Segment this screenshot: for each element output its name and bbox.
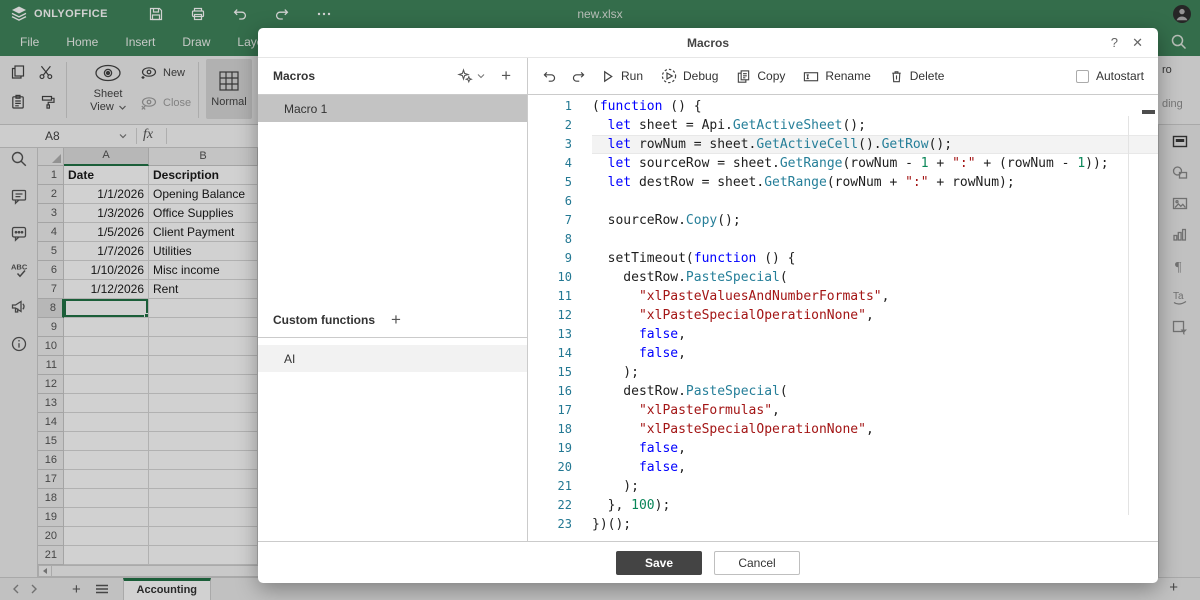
app-window: ONLYOFFICE new.xlsx [0,0,1200,600]
rename-icon [803,69,819,84]
code-line-14: 14 false, [528,344,1158,363]
code-line-2: 2 let sheet = Api.GetActiveSheet(); [528,116,1158,135]
code-line-19: 19 false, [528,439,1158,458]
debug-button[interactable]: Debug [661,68,718,84]
autostart-checkbox[interactable]: Autostart [1076,69,1144,83]
dialog-title: Macros [687,36,729,50]
code-line-10: 10 destRow.PasteSpecial( [528,268,1158,287]
macros-panel-title: Macros [273,69,315,83]
custom-function-list-item[interactable]: AI [258,345,527,372]
code-line-6: 6 [528,192,1158,211]
code-line-12: 12 "xlPasteSpecialOperationNone", [528,306,1158,325]
code-line-23: 23})(); [528,515,1158,534]
code-line-4: 4 let sourceRow = sheet.GetRange(rowNum … [528,154,1158,173]
rename-button[interactable]: Rename [803,69,870,84]
delete-icon [889,69,904,84]
macros-panel-header: Macros + [258,58,527,95]
code-line-22: 22 }, 100); [528,496,1158,515]
add-macro-button[interactable]: + [501,66,511,86]
autostart-label: Autostart [1096,69,1144,83]
code-line-1: 1(function () { [528,97,1158,116]
custom-functions-header: Custom functions + [258,302,527,338]
overview-ruler-cursor-mark [1142,110,1155,114]
macro-list: Macro 1 [258,95,527,302]
dialog-help-button[interactable]: ? [1111,35,1118,50]
save-button[interactable]: Save [616,551,702,575]
checkbox-box[interactable] [1076,70,1089,83]
redo-button[interactable] [571,69,586,84]
macros-list-panel: Macros + Macro 1 Custom functions + AI [258,58,528,541]
redo-icon [571,69,586,84]
code-line-18: 18 "xlPasteSpecialOperationNone", [528,420,1158,439]
code-line-15: 15 ); [528,363,1158,382]
code-line-5: 5 let destRow = sheet.GetRange(rowNum + … [528,173,1158,192]
macro-list-item[interactable]: Macro 1 [258,95,527,122]
code-line-17: 17 "xlPasteFormulas", [528,401,1158,420]
undo-button[interactable] [542,69,557,84]
copy-button[interactable]: Copy [736,69,785,84]
code-line-7: 7 sourceRow.Copy(); [528,211,1158,230]
code-line-3: 3 let rowNum = sheet.GetActiveCell().Get… [528,135,1158,154]
code-line-9: 9 setTimeout(function () { [528,249,1158,268]
code-line-13: 13 false, [528,325,1158,344]
code-line-16: 16 destRow.PasteSpecial( [528,382,1158,401]
delete-button[interactable]: Delete [889,69,945,84]
copy-icon [736,69,751,84]
undo-icon [542,69,557,84]
debug-icon [661,68,677,84]
custom-function-list: AI [258,338,527,541]
dialog-title-bar[interactable]: Macros ? ✕ [258,28,1158,58]
code-line-11: 11 "xlPasteValuesAndNumberFormats", [528,287,1158,306]
custom-functions-title: Custom functions [273,313,375,327]
add-custom-function-button[interactable]: + [391,310,401,330]
code-line-20: 20 false, [528,458,1158,477]
dialog-footer: Save Cancel [258,541,1158,583]
code-editor[interactable]: 1(function () {2 let sheet = Api.GetActi… [528,95,1158,541]
code-line-21: 21 ); [528,477,1158,496]
code-line-8: 8 [528,230,1158,249]
dialog-close-button[interactable]: ✕ [1132,35,1143,51]
cancel-button[interactable]: Cancel [714,551,800,575]
run-icon [600,69,615,84]
chevron-down-icon[interactable] [477,73,485,79]
indent-guide [1128,116,1129,515]
macro-toolbar: Run Debug Copy [528,58,1158,95]
ai-sparkle-icon[interactable] [457,68,473,84]
macros-dialog: Macros ? ✕ Macros + Macro 1 Custom f [258,28,1158,583]
run-button[interactable]: Run [600,69,643,84]
